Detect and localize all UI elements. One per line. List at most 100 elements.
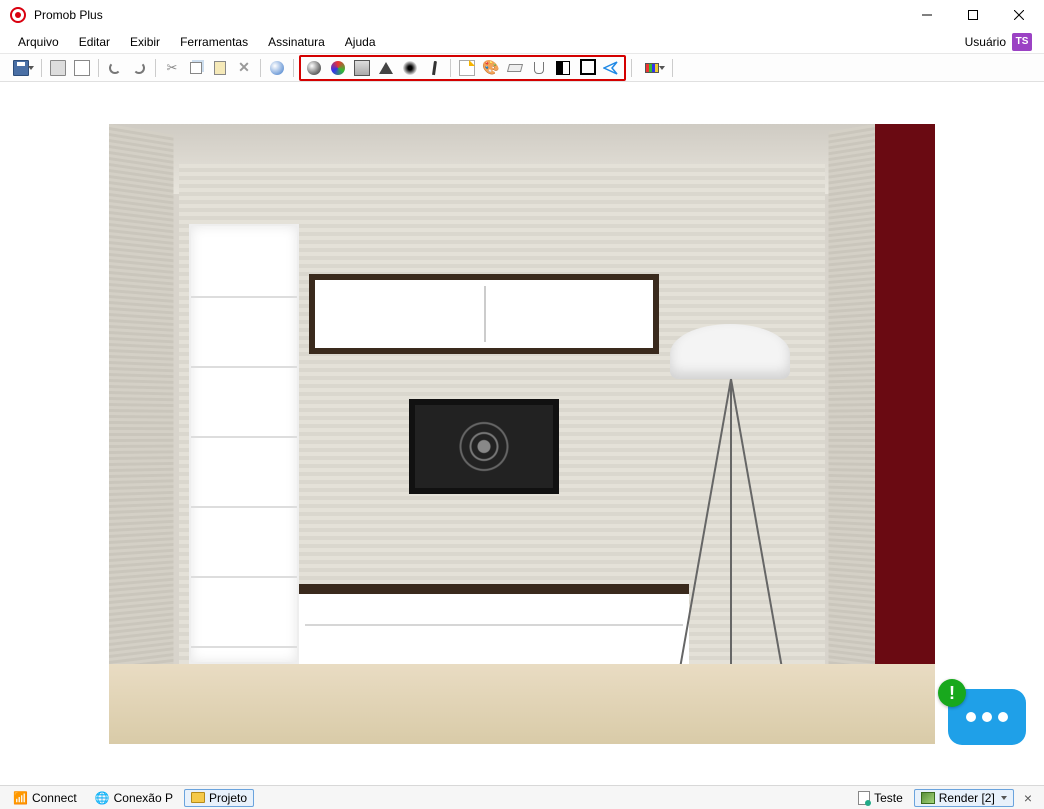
maximize-button[interactable] bbox=[950, 0, 996, 30]
toolbar-separator bbox=[672, 59, 673, 77]
menu-arquivo[interactable]: Arquivo bbox=[8, 32, 69, 52]
toolbar-separator bbox=[631, 59, 632, 77]
canvas-area: ! bbox=[0, 82, 1044, 785]
print-button[interactable] bbox=[47, 57, 69, 79]
render-toolbar-highlighted: 🎨 bbox=[299, 55, 626, 81]
color-palette-button[interactable] bbox=[637, 57, 667, 79]
status-render-label: Render [2] bbox=[939, 791, 995, 805]
save-button[interactable] bbox=[6, 57, 36, 79]
page-icon bbox=[459, 60, 475, 76]
palette-icon bbox=[645, 63, 659, 73]
app-title: Promob Plus bbox=[34, 8, 103, 22]
scene-lamp-shade bbox=[670, 324, 790, 379]
toolbar-separator bbox=[41, 59, 42, 77]
chevron-down-icon bbox=[1001, 796, 1007, 800]
test-icon bbox=[858, 791, 870, 805]
glass-icon bbox=[534, 62, 544, 74]
undo-button[interactable] bbox=[104, 57, 126, 79]
document-icon bbox=[74, 60, 90, 76]
copy-icon bbox=[190, 62, 202, 74]
status-connection-label: Conexão P bbox=[114, 791, 173, 805]
status-project-tab[interactable]: Projeto bbox=[184, 789, 254, 807]
chat-dot-icon bbox=[982, 712, 992, 722]
crop-button[interactable] bbox=[576, 57, 598, 79]
app-icon bbox=[10, 7, 26, 23]
toolbar-separator bbox=[98, 59, 99, 77]
sphere-icon bbox=[307, 61, 321, 75]
scene-shelf bbox=[189, 224, 299, 664]
network-icon: 🌐 bbox=[95, 791, 110, 805]
save-icon bbox=[13, 60, 29, 76]
scene-upper-cabinet bbox=[309, 274, 659, 354]
save-image-icon bbox=[354, 60, 370, 76]
print-preview-button[interactable] bbox=[71, 57, 93, 79]
send-button[interactable] bbox=[600, 57, 622, 79]
menu-ferramentas[interactable]: Ferramentas bbox=[170, 32, 258, 52]
status-test-label: Teste bbox=[874, 791, 903, 805]
menu-assinatura[interactable]: Assinatura bbox=[258, 32, 335, 52]
contrast-button[interactable] bbox=[552, 57, 574, 79]
menu-editar[interactable]: Editar bbox=[69, 32, 120, 52]
crop-icon bbox=[580, 61, 594, 75]
scene-lamp bbox=[655, 324, 805, 674]
edges-button[interactable] bbox=[375, 57, 397, 79]
cut-icon: ✂ bbox=[167, 61, 178, 74]
menubar: Arquivo Editar Exibir Ferramentas Assina… bbox=[0, 30, 1044, 54]
scene-lamp-leg bbox=[680, 378, 732, 664]
paint-button[interactable]: 🎨 bbox=[480, 57, 502, 79]
globe-icon bbox=[270, 61, 284, 75]
world-button[interactable] bbox=[266, 57, 288, 79]
contrast-icon bbox=[556, 61, 570, 75]
close-button[interactable] bbox=[996, 0, 1042, 30]
render-rgb-button[interactable] bbox=[327, 57, 349, 79]
delete-button[interactable]: ✕ bbox=[233, 57, 255, 79]
status-connect-button[interactable]: 📶 Connect bbox=[6, 789, 84, 807]
scene-right-wall-accent bbox=[875, 124, 935, 744]
scene-lamp-leg bbox=[730, 378, 782, 664]
eraser-button[interactable] bbox=[504, 57, 526, 79]
toolbar-separator bbox=[155, 59, 156, 77]
chat-widget[interactable]: ! bbox=[948, 689, 1026, 745]
edit-light-button[interactable] bbox=[423, 57, 445, 79]
paint-icon: 🎨 bbox=[482, 59, 499, 76]
folder-icon bbox=[191, 792, 205, 803]
save-image-button[interactable] bbox=[351, 57, 373, 79]
paste-button[interactable] bbox=[209, 57, 231, 79]
menu-exibir[interactable]: Exibir bbox=[120, 32, 170, 52]
status-close-button[interactable]: × bbox=[1018, 790, 1038, 806]
rss-icon: 📶 bbox=[13, 791, 28, 805]
user-area[interactable]: Usuário TS bbox=[965, 33, 1036, 51]
cut-button[interactable]: ✂ bbox=[161, 57, 183, 79]
render-icon bbox=[921, 792, 935, 804]
render-viewport[interactable] bbox=[109, 124, 935, 744]
triangle-icon bbox=[379, 62, 393, 74]
scene-lower-cabinet bbox=[299, 584, 689, 674]
eraser-icon bbox=[507, 64, 523, 72]
scene-tv bbox=[409, 399, 559, 494]
menu-ajuda[interactable]: Ajuda bbox=[335, 32, 386, 52]
new-page-button[interactable] bbox=[456, 57, 478, 79]
toolbar-separator bbox=[260, 59, 261, 77]
status-connection-button[interactable]: 🌐 Conexão P bbox=[88, 789, 180, 807]
minimize-button[interactable] bbox=[904, 0, 950, 30]
render-sphere-button[interactable] bbox=[303, 57, 325, 79]
scene-left-wall bbox=[109, 124, 173, 744]
scene-right-wall-inner bbox=[829, 124, 875, 744]
status-render-tab[interactable]: Render [2] bbox=[914, 789, 1014, 807]
print-icon bbox=[50, 60, 66, 76]
chat-dot-icon bbox=[966, 712, 976, 722]
rgb-icon bbox=[331, 61, 345, 75]
pen-icon bbox=[432, 60, 437, 74]
user-label: Usuário bbox=[965, 35, 1006, 49]
blur-icon bbox=[403, 61, 417, 75]
chat-alert-badge: ! bbox=[938, 679, 966, 707]
redo-button[interactable] bbox=[128, 57, 150, 79]
status-test-button[interactable]: Teste bbox=[851, 789, 910, 807]
copy-button[interactable] bbox=[185, 57, 207, 79]
window-controls bbox=[904, 0, 1042, 30]
soft-shadow-button[interactable] bbox=[399, 57, 421, 79]
statusbar: 📶 Connect 🌐 Conexão P Projeto Teste Rend… bbox=[0, 785, 1044, 809]
scene-floor bbox=[109, 664, 935, 744]
paste-icon bbox=[214, 61, 226, 75]
material-glass-button[interactable] bbox=[528, 57, 550, 79]
